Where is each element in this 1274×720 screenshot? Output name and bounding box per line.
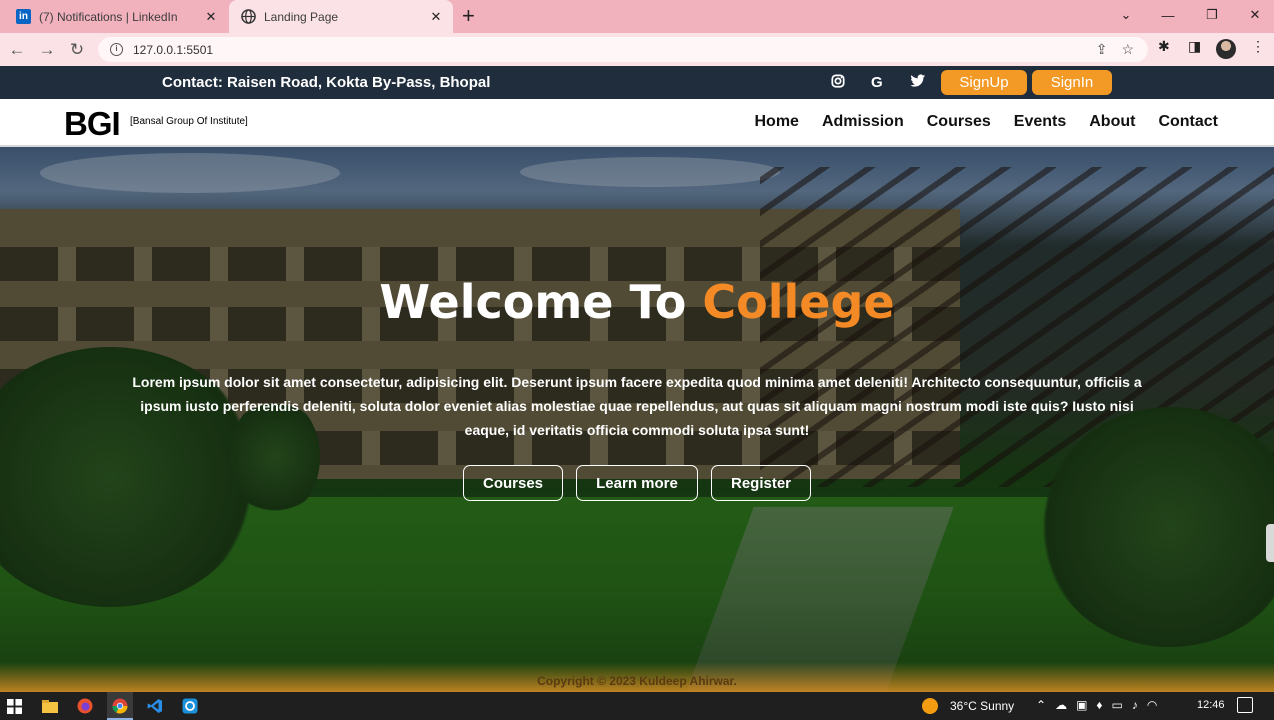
close-icon[interactable]: ✕ [425, 9, 447, 25]
twitter-icon[interactable] [910, 74, 926, 92]
battery-icon[interactable]: ▭ [1112, 698, 1123, 712]
clock[interactable]: 12:46 [1197, 699, 1225, 711]
device-icon[interactable]: ▣ [1076, 698, 1087, 712]
address-input[interactable]: i 127.0.0.1:5501 ⇪ ☆ [98, 37, 1148, 62]
nav-courses[interactable]: Courses [927, 113, 991, 131]
reload-icon[interactable]: ↻ [66, 39, 88, 61]
window-close-button[interactable]: ✕ [1233, 0, 1274, 30]
app-icon[interactable] [180, 696, 200, 716]
restore-button[interactable]: ❐ [1190, 0, 1234, 30]
cloud-icon[interactable]: ☁ [1055, 698, 1067, 712]
copyright-text: Copyright © 2023 Kuldeep Ahirwar. [537, 674, 737, 688]
globe-icon [241, 9, 256, 24]
url-text: 127.0.0.1:5501 [133, 42, 214, 57]
chevron-up-icon[interactable]: ⌃ [1036, 698, 1046, 712]
brand-logo[interactable]: BGI [64, 105, 121, 143]
close-icon[interactable]: ✕ [200, 9, 222, 25]
tab-title: (7) Notifications | LinkedIn [39, 9, 178, 24]
linkedin-icon: in [16, 9, 31, 24]
nav-admission[interactable]: Admission [822, 113, 904, 131]
hero-buttons: Courses Learn more Register [0, 465, 1274, 501]
nav-links: Home Admission Courses Events About Cont… [754, 113, 1218, 131]
hero-description: Lorem ipsum dolor sit amet consectetur, … [132, 374, 1142, 438]
notifications-icon[interactable] [1237, 697, 1253, 713]
system-tray: ⌃ ☁ ▣ ♦ ▭ ♪ ◠ [1036, 698, 1157, 712]
vscode-icon[interactable] [145, 696, 165, 716]
contact-text: Contact: Raisen Road, Kokta By-Pass, Bho… [162, 74, 491, 91]
tab-landing-page[interactable]: Landing Page ✕ [229, 0, 453, 33]
windows-taskbar: 36°C Sunny ⌃ ☁ ▣ ♦ ▭ ♪ ◠ 12:46 [0, 692, 1274, 720]
profile-avatar[interactable] [1216, 39, 1236, 59]
tab-strip: in (7) Notifications | LinkedIn ✕ Landin… [0, 0, 1274, 33]
chrome-icon[interactable] [110, 696, 130, 716]
nav-about[interactable]: About [1089, 113, 1135, 131]
weather-text[interactable]: 36°C Sunny [950, 699, 1014, 713]
main-navbar: BGI [Bansal Group Of Institute] Home Adm… [0, 99, 1274, 147]
tab-search-icon[interactable]: ⌄ [1104, 0, 1148, 30]
bookmark-star-icon[interactable]: ☆ [1121, 41, 1134, 58]
web-page: Contact: Raisen Road, Kokta By-Pass, Bho… [0, 66, 1274, 692]
firefox-icon[interactable] [75, 696, 95, 716]
menu-icon[interactable]: ⋮ [1251, 38, 1265, 55]
windows-start-icon[interactable] [4, 696, 24, 716]
microphone-icon[interactable]: ♦ [1096, 698, 1102, 712]
instagram-icon[interactable] [831, 74, 845, 92]
signin-button[interactable]: SignIn [1032, 70, 1112, 95]
back-icon[interactable]: ← [6, 39, 28, 61]
minimize-button[interactable]: — [1146, 0, 1190, 30]
headline-accent: College [702, 275, 895, 329]
site-info-icon[interactable]: i [110, 43, 123, 56]
file-explorer-icon[interactable] [40, 696, 60, 716]
wifi-icon[interactable]: ◠ [1147, 698, 1157, 712]
share-icon[interactable]: ⇪ [1096, 41, 1108, 58]
volume-icon[interactable]: ♪ [1132, 698, 1138, 712]
new-tab-button[interactable]: + [462, 4, 475, 28]
forward-icon[interactable]: → [36, 39, 58, 61]
weather-sun-icon[interactable] [922, 698, 938, 714]
scrollbar-thumb[interactable] [1266, 524, 1274, 562]
extensions-icon[interactable]: ✱ [1158, 38, 1170, 55]
hero-section: Welcome To College Lorem ipsum dolor sit… [0, 147, 1274, 692]
tab-title: Landing Page [264, 9, 339, 24]
google-icon[interactable]: G [871, 74, 883, 91]
nav-home[interactable]: Home [754, 113, 798, 131]
address-bar-row: ← → ↻ i 127.0.0.1:5501 ⇪ ☆ ✱ ◨ ⋮ [0, 33, 1274, 66]
learn-more-button[interactable]: Learn more [576, 465, 698, 501]
contact-bar: Contact: Raisen Road, Kokta By-Pass, Bho… [0, 66, 1274, 99]
nav-contact[interactable]: Contact [1158, 113, 1218, 131]
side-panel-icon[interactable]: ◨ [1188, 38, 1201, 55]
brand-subtitle: [Bansal Group Of Institute] [130, 116, 248, 127]
nav-events[interactable]: Events [1014, 113, 1066, 131]
tab-linkedin[interactable]: in (7) Notifications | LinkedIn ✕ [8, 0, 228, 33]
courses-button[interactable]: Courses [463, 465, 563, 501]
register-button[interactable]: Register [711, 465, 811, 501]
headline-prefix: Welcome To [379, 275, 703, 329]
signup-button[interactable]: SignUp [941, 70, 1027, 95]
hero-headline: Welcome To College [0, 275, 1274, 329]
